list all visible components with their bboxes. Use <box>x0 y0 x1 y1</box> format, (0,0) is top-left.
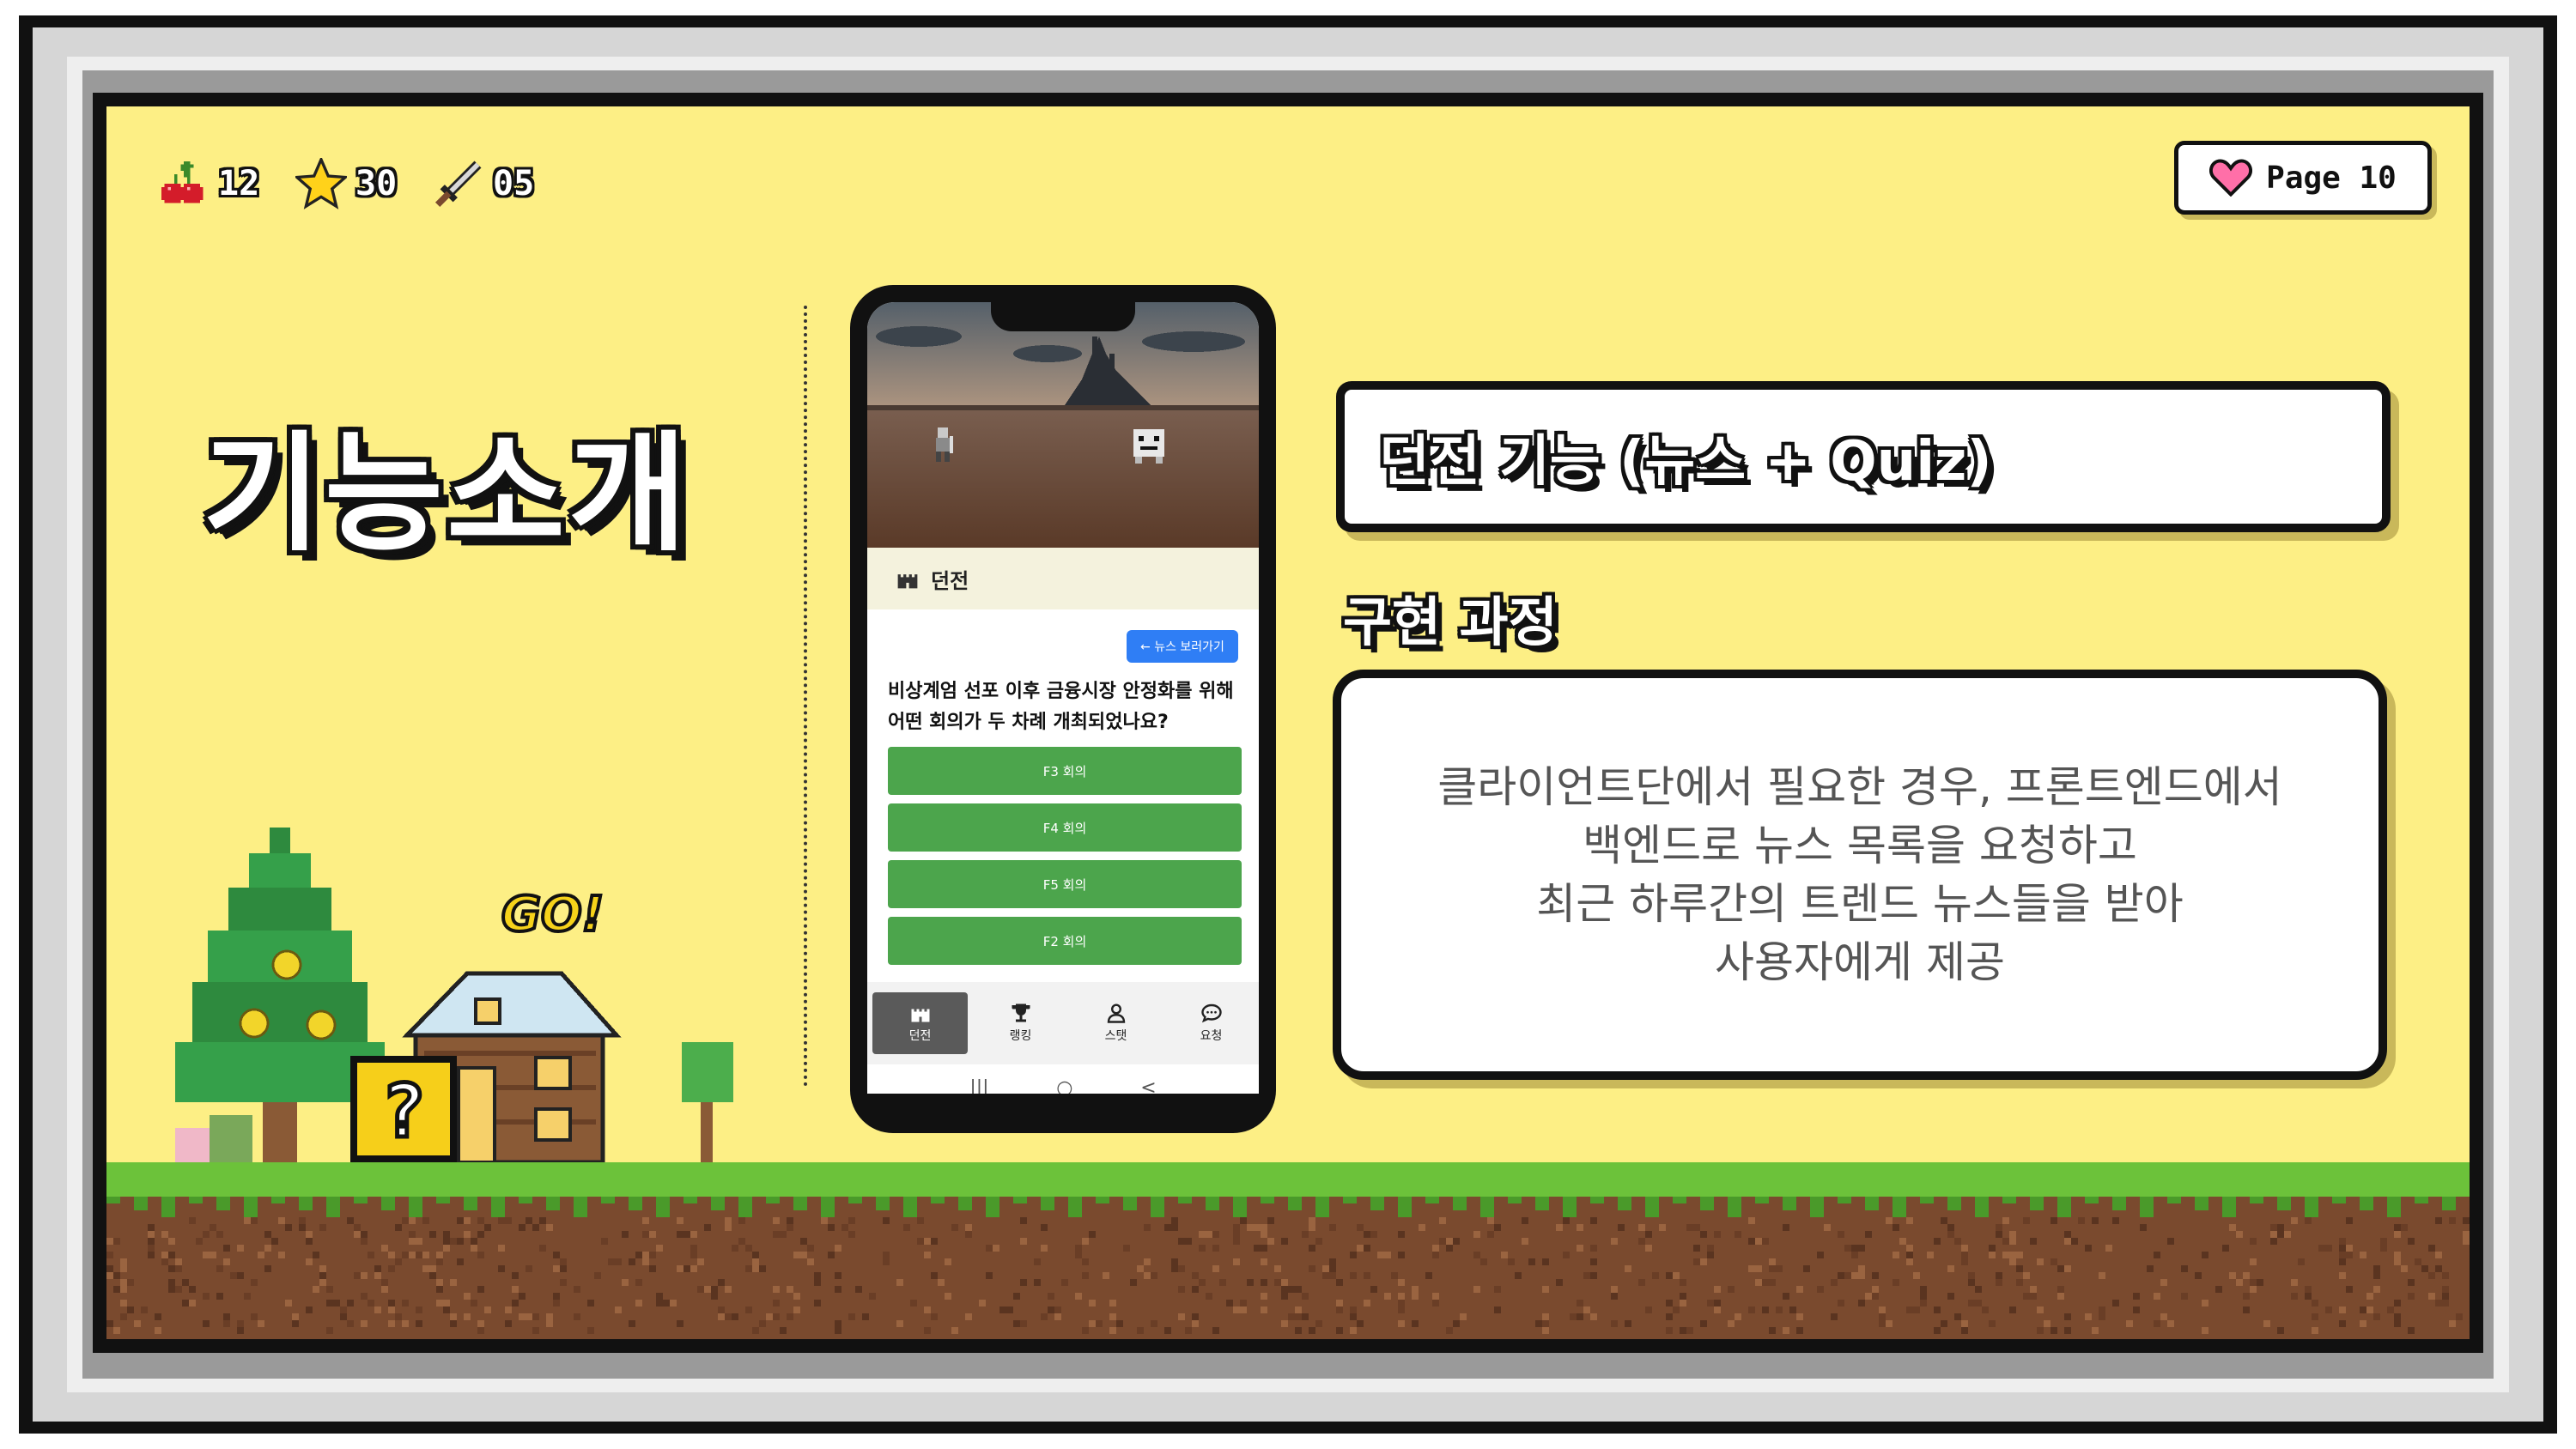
quiz-option-3[interactable]: F5 회의 <box>888 860 1242 908</box>
star-icon <box>295 158 347 209</box>
back-button[interactable]: < <box>1140 1077 1156 1094</box>
cherry-count: 12 <box>218 164 260 203</box>
trophy-icon <box>1012 1003 1030 1022</box>
phone-notch <box>991 302 1135 331</box>
description-line-3: 최근 하루간의 트렌드 뉴스들을 받아 <box>1536 879 2184 929</box>
nav-dungeon[interactable]: 던전 <box>872 992 968 1054</box>
system-nav-bar: ||| ○ < <box>867 1064 1259 1094</box>
nav-label: 랭킹 <box>1009 1029 1032 1043</box>
quiz-option-2[interactable]: F4 회의 <box>888 803 1242 852</box>
pixel-scenery: ? GO! <box>175 828 733 1165</box>
news-back-button[interactable]: ← 뉴스 보러가기 <box>1127 630 1238 663</box>
dungeon-game-scene <box>867 302 1259 548</box>
quiz-option-4[interactable]: F2 회의 <box>888 917 1242 965</box>
go-sign: GO! <box>501 887 604 943</box>
phone-mockup: 던전 ← 뉴스 보러가기 비상계엄 선포 이후 금융시장 안정화를 위해 어떤 … <box>850 285 1276 1133</box>
cherry-icon <box>161 161 204 203</box>
castle-icon <box>897 574 918 589</box>
quiz-question: 비상계엄 선포 이후 금융시장 안정화를 위해 어떤 회의가 두 차례 개최되었… <box>888 681 1234 733</box>
pixel-ground <box>106 1162 2470 1339</box>
feature-title: 던전 기능 (뉴스 + Quiz) <box>1379 430 1992 494</box>
feature-title-box: 던전 기능 (뉴스 + Quiz) <box>1336 381 2391 532</box>
phone-screen: 던전 ← 뉴스 보러가기 비상계엄 선포 이후 금융시장 안정화를 위해 어떤 … <box>867 302 1259 1094</box>
question-block: ? <box>350 1056 457 1162</box>
person-icon <box>1107 1003 1125 1023</box>
home-button[interactable]: ○ <box>1056 1077 1072 1094</box>
page-badge: Page 10 <box>2174 141 2432 215</box>
nav-request[interactable]: 요청 <box>1163 982 1259 1064</box>
description-line-2: 백엔드로 뉴스 목록을 요청하고 <box>1583 821 2137 870</box>
sword-icon <box>434 161 482 208</box>
hud-stars: 30 <box>295 158 397 209</box>
description-line-4: 사용자에게 제공 <box>1715 937 2005 987</box>
process-label: 구현 과정 <box>1343 591 1558 653</box>
slide-stage: 12 30 05 Page 10 기능소개 던전 ← 뉴스 보러가기 비상계엄 … <box>106 106 2470 1339</box>
svg-text:?: ? <box>381 1069 426 1155</box>
heart-icon <box>2209 159 2253 197</box>
description-line-1: 클라이언트단에서 필요한 경우, 프론트엔드에서 <box>1437 762 2282 812</box>
nav-label: 요청 <box>1200 1029 1223 1043</box>
star-count: 30 <box>355 164 398 203</box>
chat-icon <box>1200 1003 1222 1023</box>
hud-swords: 05 <box>433 158 534 209</box>
recent-apps-button[interactable]: ||| <box>969 1077 988 1094</box>
bottom-nav: 던전 랭킹 스탯 요청 <box>867 982 1259 1064</box>
dungeon-title: 던전 <box>931 568 969 593</box>
small-tree <box>682 1042 733 1162</box>
page-number: Page 10 <box>2266 160 2397 196</box>
page-title: 기능소개 <box>203 420 691 569</box>
castle-icon <box>911 1009 929 1022</box>
description-box: 클라이언트단에서 필요한 경우, 프론트엔드에서 백엔드로 뉴스 목록을 요청하… <box>1333 670 2387 1080</box>
nav-label: 스탯 <box>1104 1029 1127 1043</box>
sword-count: 05 <box>493 164 535 203</box>
nav-label: 던전 <box>908 1029 932 1043</box>
nav-ranking[interactable]: 랭킹 <box>973 982 1068 1064</box>
dungeon-header: 던전 <box>867 548 1259 609</box>
quiz-option-1[interactable]: F3 회의 <box>888 747 1242 795</box>
hud-cherries: 12 <box>158 158 259 209</box>
nav-stats[interactable]: 스탯 <box>1068 982 1163 1064</box>
